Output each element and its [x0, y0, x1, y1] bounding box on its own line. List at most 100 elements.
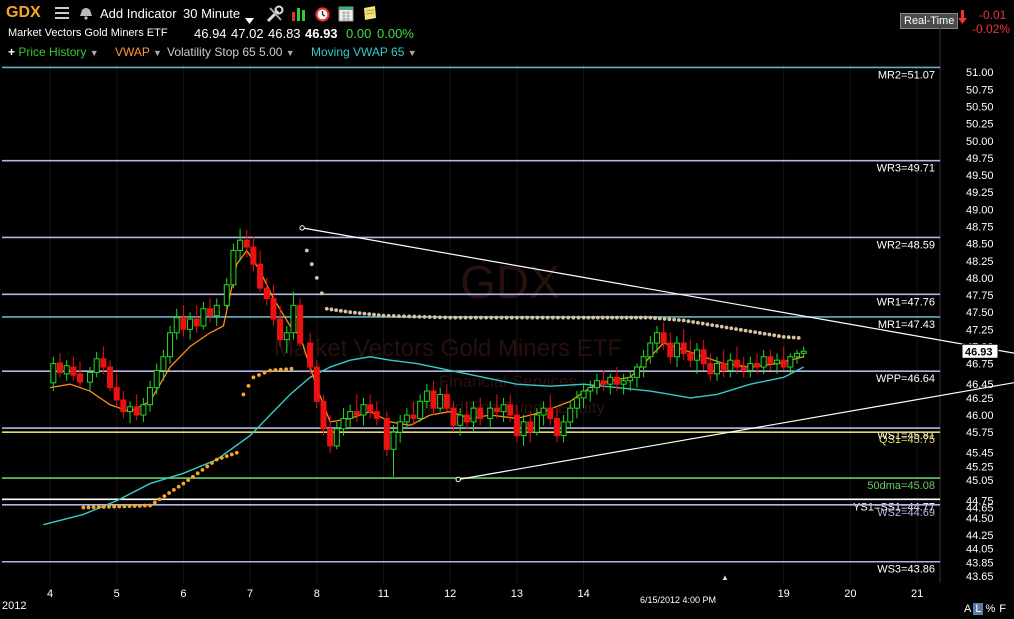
- y-tick-label: 47.50: [966, 307, 994, 319]
- y-tick-label: 45.05: [966, 475, 994, 487]
- candle-body: [673, 342, 680, 358]
- y-tick-label: 48.75: [966, 221, 994, 233]
- candle-body: [87, 372, 94, 383]
- volatility-stop-dot: [509, 315, 514, 320]
- axis-auto-button[interactable]: A: [962, 603, 973, 615]
- volatility-stop-dot: [520, 315, 524, 320]
- candle-body: [613, 376, 620, 385]
- candle-body: [50, 363, 57, 384]
- y-tick-label: 45.45: [966, 448, 994, 460]
- candle-body: [257, 263, 264, 289]
- volatility-stop-dot: [278, 367, 283, 372]
- candle-body: [477, 407, 484, 419]
- y-tick-label: 46.00: [966, 410, 994, 422]
- candle-body: [333, 428, 340, 447]
- axis-mode-buttons: A L% F: [962, 603, 1008, 615]
- volatility-stop-dot: [753, 330, 758, 335]
- price-chart[interactable]: GDX Market Vectors Gold Miners ETF Finan…: [0, 0, 1014, 619]
- volatility-stop-dot: [772, 333, 777, 338]
- volatility-stop-dot: [738, 327, 743, 332]
- y-axis: 51.00 50.75 50.50 50.25 50.00 49.75 49.50 49.25…: [961, 67, 999, 583]
- candle-body: [360, 404, 367, 416]
- volatility-stop-dot: [157, 497, 162, 502]
- volatility-stop-dot: [353, 310, 357, 315]
- candle-body: [687, 352, 694, 361]
- candle-body: [243, 239, 250, 248]
- volatility-stop-dot: [781, 334, 786, 339]
- volatility-stop-dot: [734, 327, 738, 331]
- x-tick-label: 20: [844, 588, 856, 600]
- volatility-stop-dot: [422, 314, 427, 319]
- candle-body: [520, 421, 527, 437]
- x-axis: 4 5 6 7 8 11 12 13 14 19 20 21: [47, 588, 923, 600]
- candle-body: [417, 400, 424, 419]
- candle-body: [307, 342, 314, 368]
- volatility-stop-dot: [638, 315, 643, 320]
- candle-body: [593, 380, 600, 389]
- volatility-stop-dot: [391, 314, 396, 318]
- y-tick-label: 44.25: [966, 530, 994, 542]
- y-tick-label: 43.85: [966, 557, 994, 569]
- axis-percent-button[interactable]: %: [983, 603, 997, 615]
- x-tick-label: 8: [314, 588, 320, 600]
- footer-marker-icon: ▲: [721, 573, 729, 582]
- candle-body: [327, 428, 334, 447]
- y-tick-label: 49.50: [966, 170, 994, 182]
- y-tick-label: 43.65: [966, 571, 994, 583]
- candle-body: [553, 417, 560, 437]
- level-label: 50dma=45.08: [867, 480, 935, 492]
- axis-fit-button[interactable]: F: [997, 603, 1008, 615]
- volatility-stop-dot: [691, 320, 696, 324]
- volatility-stop-dot: [479, 315, 483, 320]
- volatility-stop-dot: [489, 315, 494, 320]
- volatility-stop-dot: [561, 315, 565, 320]
- volatility-stop-dot: [137, 503, 142, 508]
- level-label: MR1=47.43: [878, 319, 935, 331]
- candle-body: [353, 411, 360, 416]
- candle-body: [283, 332, 290, 341]
- volatility-stop-dot: [412, 314, 417, 319]
- volatility-stop-dot: [376, 313, 381, 318]
- candle-body: [653, 332, 660, 344]
- y-tick-label: 48.25: [966, 256, 994, 268]
- volatility-stop-dot: [171, 487, 176, 492]
- y-tick-label: 50.25: [966, 119, 994, 131]
- volatility-stop-dot: [117, 504, 122, 509]
- y-tick-label: 44.05: [966, 544, 994, 556]
- axis-log-button[interactable]: L: [973, 603, 984, 615]
- candle-body: [747, 363, 754, 371]
- candle-body: [734, 359, 741, 368]
- candle-body: [760, 356, 767, 368]
- volatility-stop-dot: [200, 467, 205, 472]
- y-tick-label: 50.50: [966, 102, 994, 114]
- candle-body: [213, 304, 220, 317]
- y-tick-label: 46.45: [966, 379, 994, 391]
- candle-body: [580, 390, 587, 399]
- volatility-stop-dot: [448, 315, 453, 320]
- volatility-stop-dot: [605, 315, 610, 320]
- volatility-stop-dot: [234, 450, 239, 455]
- candle-body: [647, 342, 654, 358]
- candle-body: [93, 358, 100, 374]
- candle-body: [794, 352, 801, 358]
- trendline-handle: [299, 225, 305, 231]
- volatility-stop-dot: [241, 392, 246, 397]
- volatility-stop-dot: [571, 315, 576, 320]
- candle-body: [297, 304, 304, 344]
- candle-body: [100, 358, 107, 368]
- candle-body: [587, 387, 594, 392]
- volatility-stop-dot: [667, 317, 672, 322]
- volatility-stop-dot: [615, 315, 619, 320]
- y-tick-label: 49.00: [966, 204, 994, 216]
- candle-body: [277, 318, 284, 341]
- volatility-stop-dot: [634, 315, 638, 320]
- volatility-stop-dot: [586, 315, 591, 320]
- candle-body: [173, 317, 180, 334]
- volatility-stop-dot: [167, 491, 172, 495]
- volatility-stop-dot: [214, 457, 219, 462]
- candle-body: [320, 400, 327, 430]
- volatility-stop-dot: [127, 504, 132, 509]
- candle-body: [397, 421, 404, 433]
- candle-body: [373, 411, 380, 419]
- candle-body: [70, 366, 77, 376]
